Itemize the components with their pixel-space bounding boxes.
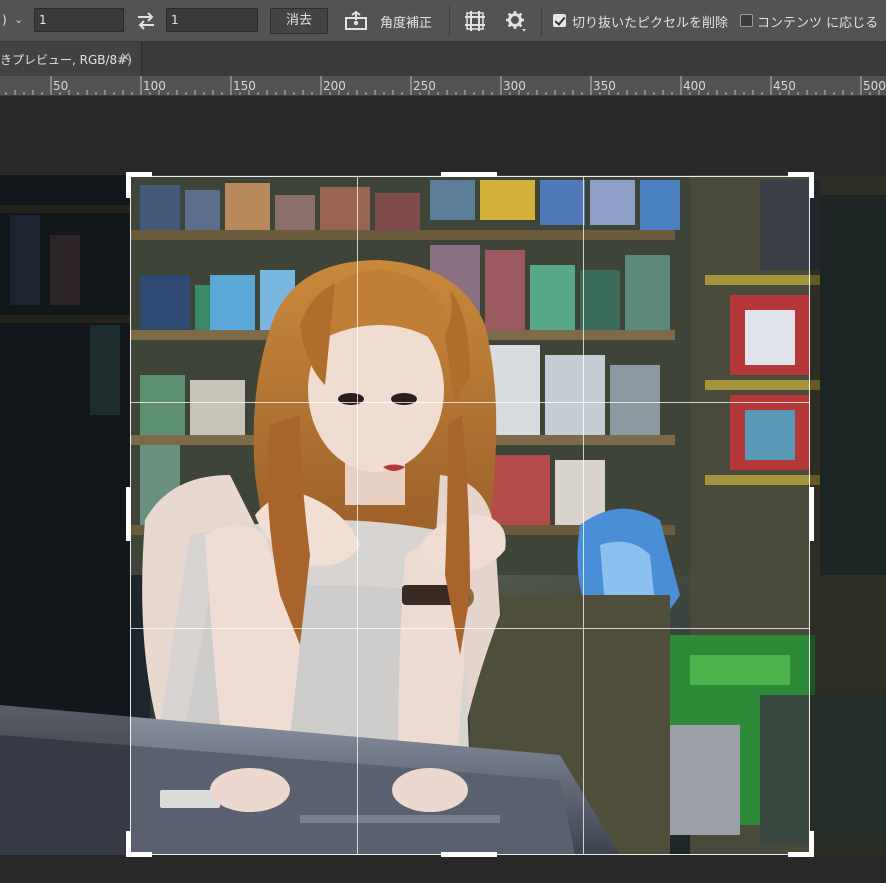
ruler-label: 150 xyxy=(233,79,256,93)
document-tab-title: きプレビュー, RGB/8#) xyxy=(0,53,132,67)
thirds-line-vertical xyxy=(583,177,584,854)
crop-handle-top-left[interactable] xyxy=(126,172,131,198)
gear-icon[interactable] xyxy=(505,10,527,32)
thirds-line-horizontal xyxy=(131,628,809,629)
crop-shield-right xyxy=(810,175,886,855)
clear-button[interactable]: 消去 xyxy=(270,8,328,34)
swap-arrows-icon[interactable] xyxy=(134,9,158,33)
ratio-dropdown-value: ) xyxy=(2,13,7,27)
ruler-label: 250 xyxy=(413,79,436,93)
crop-handle-left[interactable] xyxy=(126,487,131,541)
thirds-line-horizontal xyxy=(131,402,809,403)
ruler-label: 100 xyxy=(143,79,166,93)
width-input[interactable] xyxy=(34,8,124,32)
crop-handle-top[interactable] xyxy=(441,172,497,177)
straighten-icon[interactable] xyxy=(343,10,369,32)
delete-cropped-pixels-checkbox[interactable] xyxy=(553,14,566,27)
document-tab[interactable]: きプレビュー, RGB/8#) × xyxy=(0,42,142,76)
horizontal-ruler[interactable]: 50 100 150 200 250 300 350 400 450 500 xyxy=(0,76,886,96)
delete-cropped-pixels-label[interactable]: 切り抜いたピクセルを削除 xyxy=(572,12,728,31)
canvas-area[interactable] xyxy=(0,97,886,883)
ruler-label: 450 xyxy=(773,79,796,93)
ruler-label: 500 xyxy=(863,79,886,93)
crop-handle-bottom-right[interactable] xyxy=(809,831,814,857)
separator xyxy=(541,6,542,36)
content-aware-checkbox[interactable] xyxy=(740,14,753,27)
height-input[interactable] xyxy=(166,8,258,32)
crop-shield-left xyxy=(0,175,130,855)
straighten-label[interactable]: 角度補正 xyxy=(380,12,432,31)
content-aware-label[interactable]: コンテンツ に応じる xyxy=(757,12,878,31)
grid-overlay-icon[interactable] xyxy=(464,10,486,32)
ruler-label: 300 xyxy=(503,79,526,93)
ruler-label: 50 xyxy=(53,79,69,93)
ruler-label: 350 xyxy=(593,79,616,93)
separator xyxy=(449,6,450,36)
crop-handle-bottom-left[interactable] xyxy=(126,831,131,857)
close-icon[interactable]: × xyxy=(120,50,131,65)
crop-handle-top-right[interactable] xyxy=(809,172,814,198)
ruler-ticks xyxy=(5,76,880,95)
crop-handle-right[interactable] xyxy=(809,487,814,541)
crop-handle-bottom[interactable] xyxy=(441,852,497,857)
ruler-label: 400 xyxy=(683,79,706,93)
options-bar: ) ⌄ 消去 角度補正 切り抜いたピクセルを削除 コンテンツ に応じる xyxy=(0,0,886,42)
crop-box[interactable] xyxy=(130,176,810,855)
ratio-dropdown[interactable]: ) ⌄ xyxy=(0,7,28,33)
chevron-down-icon: ⌄ xyxy=(14,13,24,26)
document-tab-bar: きプレビュー, RGB/8#) × xyxy=(0,42,886,76)
thirds-line-vertical xyxy=(357,177,358,854)
ruler-label: 200 xyxy=(323,79,346,93)
